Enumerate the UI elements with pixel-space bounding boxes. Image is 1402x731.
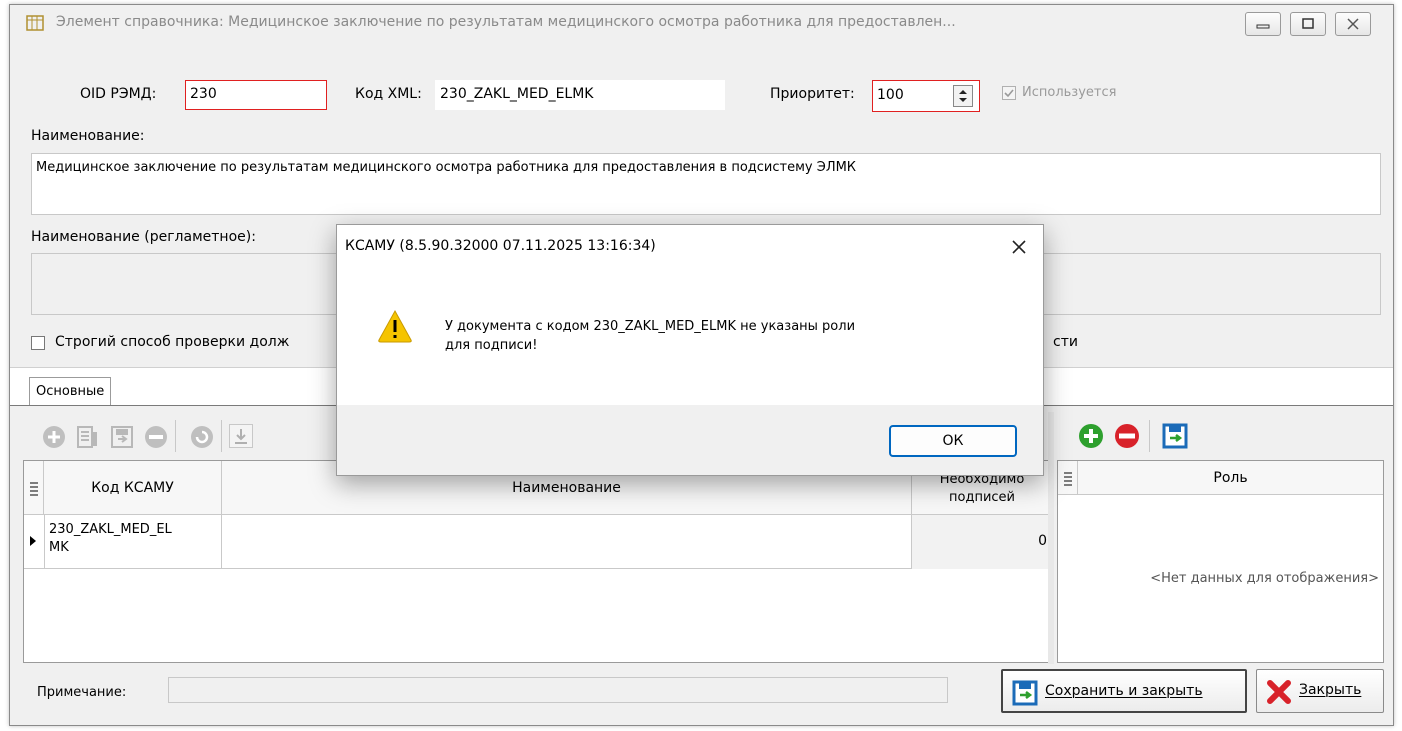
priority-spinner[interactable]: 100 xyxy=(872,80,980,112)
grid-table-icon xyxy=(26,15,44,31)
grid-options-icon[interactable] xyxy=(1058,461,1078,495)
name-textarea[interactable]: Медицинское заключение по результатам ме… xyxy=(31,153,1381,215)
close-button[interactable]: Закрыть xyxy=(1256,669,1384,713)
import-button[interactable] xyxy=(229,424,253,448)
close-icon xyxy=(1012,240,1026,254)
minus-circle-icon xyxy=(1115,424,1139,448)
empty-grid-text: <Нет данных для отображения> xyxy=(1150,571,1379,586)
cell-code-line2: MK xyxy=(49,540,69,555)
toolbar-separator xyxy=(221,420,222,452)
note-label: Примечание: xyxy=(37,685,127,700)
priority-label: Приоритет: xyxy=(770,86,855,102)
maximize-button[interactable] xyxy=(1290,12,1326,36)
dialog-footer: ОК xyxy=(337,405,1043,475)
used-checkbox[interactable] xyxy=(1002,86,1016,100)
minimize-icon xyxy=(1256,24,1270,29)
toolbar-separator xyxy=(1149,420,1150,452)
remove-role-button[interactable] xyxy=(1113,422,1141,454)
dialog-close-button[interactable] xyxy=(1001,231,1037,263)
warning-icon xyxy=(378,309,412,343)
dialog-message-line2: для подписи! xyxy=(445,338,538,353)
save-disk-icon xyxy=(1162,423,1188,449)
cell-code-line1: 230_ZAKL_MED_EL xyxy=(49,522,172,537)
checkmark-icon xyxy=(1004,89,1014,98)
close-x-icon xyxy=(1267,680,1291,704)
row-indicator-icon xyxy=(28,535,38,551)
name-label: Наименование: xyxy=(31,128,145,144)
edit-record-button[interactable] xyxy=(75,424,101,454)
strict-label: Строгий способ проверки долж xyxy=(55,334,290,350)
strict-checkbox[interactable] xyxy=(31,336,45,350)
message-dialog: КСАМУ (8.5.90.32000 07.11.2025 13:16:34)… xyxy=(336,224,1044,476)
note-input[interactable] xyxy=(168,677,948,703)
col-header-code[interactable]: Код КСАМУ xyxy=(44,461,222,515)
grid-splitter[interactable] xyxy=(1048,412,1054,664)
add-role-button[interactable] xyxy=(1077,422,1105,454)
save-record-button[interactable] xyxy=(109,424,135,454)
spin-arrows-icon xyxy=(959,90,967,102)
left-grid: Код КСАМУ Наименование Необходимо подпис… xyxy=(23,460,1054,663)
save-disk-icon xyxy=(1012,680,1038,706)
minimize-button[interactable] xyxy=(1245,12,1281,36)
table-row[interactable]: 230_ZAKL_MED_EL MK 0 xyxy=(24,515,1053,569)
delete-record-button[interactable] xyxy=(143,424,169,454)
refresh-button[interactable] xyxy=(189,424,215,454)
dialog-title: КСАМУ (8.5.90.32000 07.11.2025 13:16:34) xyxy=(345,238,656,254)
save-disk-icon xyxy=(111,426,133,448)
title-bar[interactable]: Элемент справочника: Медицинское заключе… xyxy=(10,5,1393,41)
tab-main[interactable]: Основные xyxy=(29,377,112,406)
close-label: Закрыть xyxy=(1299,682,1362,698)
cell-signatures[interactable]: 0 xyxy=(912,515,1053,569)
right-toolbar xyxy=(1057,412,1387,460)
minus-circle-icon xyxy=(145,426,167,448)
spin-buttons[interactable] xyxy=(953,85,973,107)
strict-label-tail: сти xyxy=(1053,334,1078,350)
close-window-button[interactable] xyxy=(1335,12,1371,36)
refresh-icon xyxy=(191,426,213,448)
reg-name-label: Наименование (регламетное): xyxy=(31,229,256,245)
close-icon xyxy=(1347,18,1359,30)
col-header-role[interactable]: Роль xyxy=(1078,461,1383,495)
save-and-close-label: Сохранить и закрыть xyxy=(1045,683,1203,699)
oid-label: OID РЭМД: xyxy=(80,86,157,102)
priority-value: 100 xyxy=(877,87,904,103)
add-record-button[interactable] xyxy=(41,424,67,454)
window-title: Элемент справочника: Медицинское заключе… xyxy=(56,14,956,30)
save-roles-button[interactable] xyxy=(1161,422,1189,454)
used-label: Используется xyxy=(1022,85,1117,100)
oid-input[interactable]: 230 xyxy=(185,80,327,110)
right-grid: Роль <Нет данных для отображения> xyxy=(1057,460,1384,663)
xml-code-input[interactable]: 230_ZAKL_MED_ELMK xyxy=(435,80,725,110)
plus-circle-icon xyxy=(43,426,65,448)
col-header-signatures-line2: подписей xyxy=(949,490,1015,505)
toolbar-separator xyxy=(175,420,176,452)
xml-label: Код XML: xyxy=(355,86,422,102)
maximize-icon xyxy=(1302,18,1314,29)
download-icon xyxy=(235,429,247,444)
grid-options-icon[interactable] xyxy=(24,461,44,515)
save-and-close-button[interactable]: Сохранить и закрыть xyxy=(1001,669,1247,713)
dialog-message-line1: У документа с кодом 230_ZAKL_MED_ELMK не… xyxy=(445,319,856,334)
edit-list-icon xyxy=(77,426,97,448)
plus-circle-icon xyxy=(1079,424,1103,448)
dialog-message: У документа с кодом 230_ZAKL_MED_ELMK не… xyxy=(445,317,855,355)
cell-code[interactable]: 230_ZAKL_MED_EL MK xyxy=(44,515,222,569)
ok-button[interactable]: ОК xyxy=(889,425,1017,457)
cell-name[interactable] xyxy=(222,515,912,569)
